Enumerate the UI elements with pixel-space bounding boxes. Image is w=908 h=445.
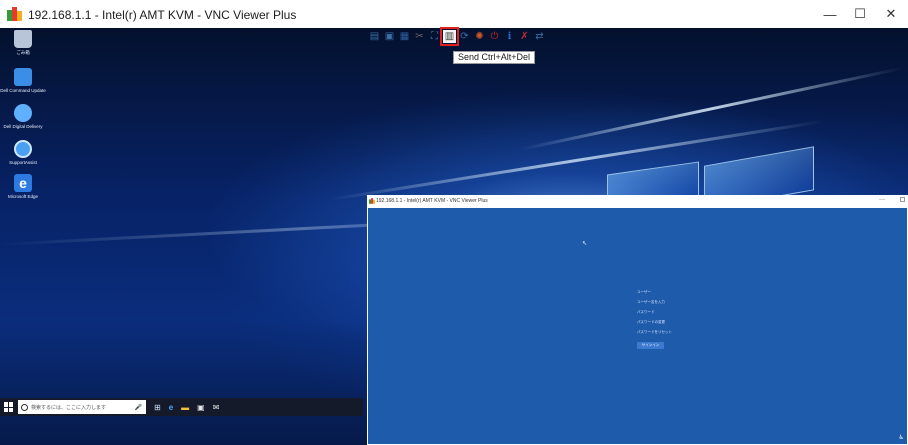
sign-in-button[interactable]: サインイン [637,342,664,349]
dell-digital-delivery-icon [14,104,32,122]
tools-icon[interactable]: ✂ [413,30,426,43]
store-icon[interactable]: ▣ [197,403,205,412]
close-icon[interactable] [900,197,905,202]
lock-screen-text: ユーザー [637,290,651,294]
options-icon[interactable]: ▤ [368,30,381,43]
display-icon[interactable]: ▦ [398,30,411,43]
windows-logo-icon [4,407,8,412]
nested-window-title: 192.168.1.1 - Intel(r) AMT KVM - VNC Vie… [376,198,488,204]
toolbar-tooltip: Send Ctrl+Alt+Del [453,51,536,64]
mail-icon[interactable]: ✉ [213,403,220,412]
save-icon[interactable]: ▣ [383,30,396,43]
send-ctrl-alt-del-button[interactable]: ▥ [440,26,459,46]
task-view-icon[interactable]: ⊞ [154,403,161,412]
file-explorer-icon[interactable]: ▬ [181,403,189,412]
windows-logo-icon [9,402,13,407]
recycle-bin-icon [14,30,32,48]
minimize-icon[interactable]: — [879,197,885,203]
edge-taskbar-icon[interactable]: e [169,403,173,412]
desktop-icon-microsoft-edge[interactable]: e Microsoft Edge [6,174,40,199]
connect-icon[interactable]: ⇄ [533,30,546,43]
info-icon[interactable]: ℹ [503,30,516,43]
lock-screen-text: パスワードの変更 [637,320,665,324]
desktop-icon-supportassist[interactable]: SupportAssist [6,140,40,165]
vnc-toolbar: ▤ ▣ ▦ ✂ ⛶ ▥ ⟳ ✺ ⏻ ℹ ✗ ⇄ [368,26,546,46]
search-placeholder: 検索するには、ここに入力します [31,404,107,411]
start-button[interactable] [4,402,14,412]
accessibility-icon[interactable]: ♿ [899,434,904,441]
microphone-icon[interactable]: 🎤 [135,404,142,411]
taskbar-search-box[interactable]: 検索するには、ここに入力します 🎤 [18,400,146,414]
disconnect-icon[interactable]: ✗ [518,30,531,43]
close-button[interactable]: ✕ [876,4,906,24]
nested-vnc-window[interactable]: 192.168.1.1 - Intel(r) AMT KVM - VNC Vie… [367,195,908,445]
dell-command-update-icon [14,68,32,86]
desktop-icon-dell-digital-delivery[interactable]: Dell Digital Delivery [3,104,43,129]
globe-icon[interactable]: ✺ [473,30,486,43]
supportassist-icon [14,140,32,158]
fullscreen-icon[interactable]: ⛶ [428,30,441,43]
edge-icon: e [14,174,32,192]
desktop-icon-label: Dell Command Update [0,88,46,93]
lock-screen-text: パスワードをリセット [637,330,672,334]
windows-logo-icon [4,402,8,407]
lock-screen-text: パスワード [637,310,655,314]
desktop-icon-dell-command-update[interactable]: Dell Command Update [0,68,46,93]
taskbar: 検索するには、ここに入力します 🎤 ⊞ e ▬ ▣ ✉ [0,398,363,416]
close-icon: ✕ [885,6,897,21]
minimize-icon: — [823,6,837,22]
desktop-icon-label: Microsoft Edge [7,194,38,199]
vnc-app-icon [7,7,22,21]
refresh-icon[interactable]: ⟳ [458,30,471,43]
desktop-icon-label: Dell Digital Delivery [3,124,43,129]
title-bar: 192.168.1.1 - Intel(r) AMT KVM - VNC Vie… [0,0,908,28]
lock-screen-text: ユーザー名を入力 [637,300,665,304]
vnc-app-icon [369,198,375,204]
maximize-button[interactable]: ☐ [845,4,875,24]
power-icon[interactable]: ⏻ [488,30,501,43]
vnc-viewer-window: 192.168.1.1 - Intel(r) AMT KVM - VNC Vie… [0,0,908,445]
nested-lock-screen[interactable]: ↖ ユーザー ユーザー名を入力 パスワード パスワードの変更 パスワードをリセッ… [368,208,907,444]
desktop-icon-label: ごみ箱 [16,50,30,55]
desktop-icon-label: SupportAssist [9,160,37,165]
windows-logo-icon [9,407,13,412]
search-icon [21,403,28,411]
minimize-button[interactable]: — [815,4,845,24]
mouse-cursor-icon: ↖ [582,241,588,247]
maximize-icon: ☐ [854,6,866,21]
nested-title-bar: 192.168.1.1 - Intel(r) AMT KVM - VNC Vie… [367,195,908,208]
window-title: 192.168.1.1 - Intel(r) AMT KVM - VNC Vie… [28,8,297,22]
desktop-icon-recycle-bin[interactable]: ごみ箱 [6,30,40,55]
